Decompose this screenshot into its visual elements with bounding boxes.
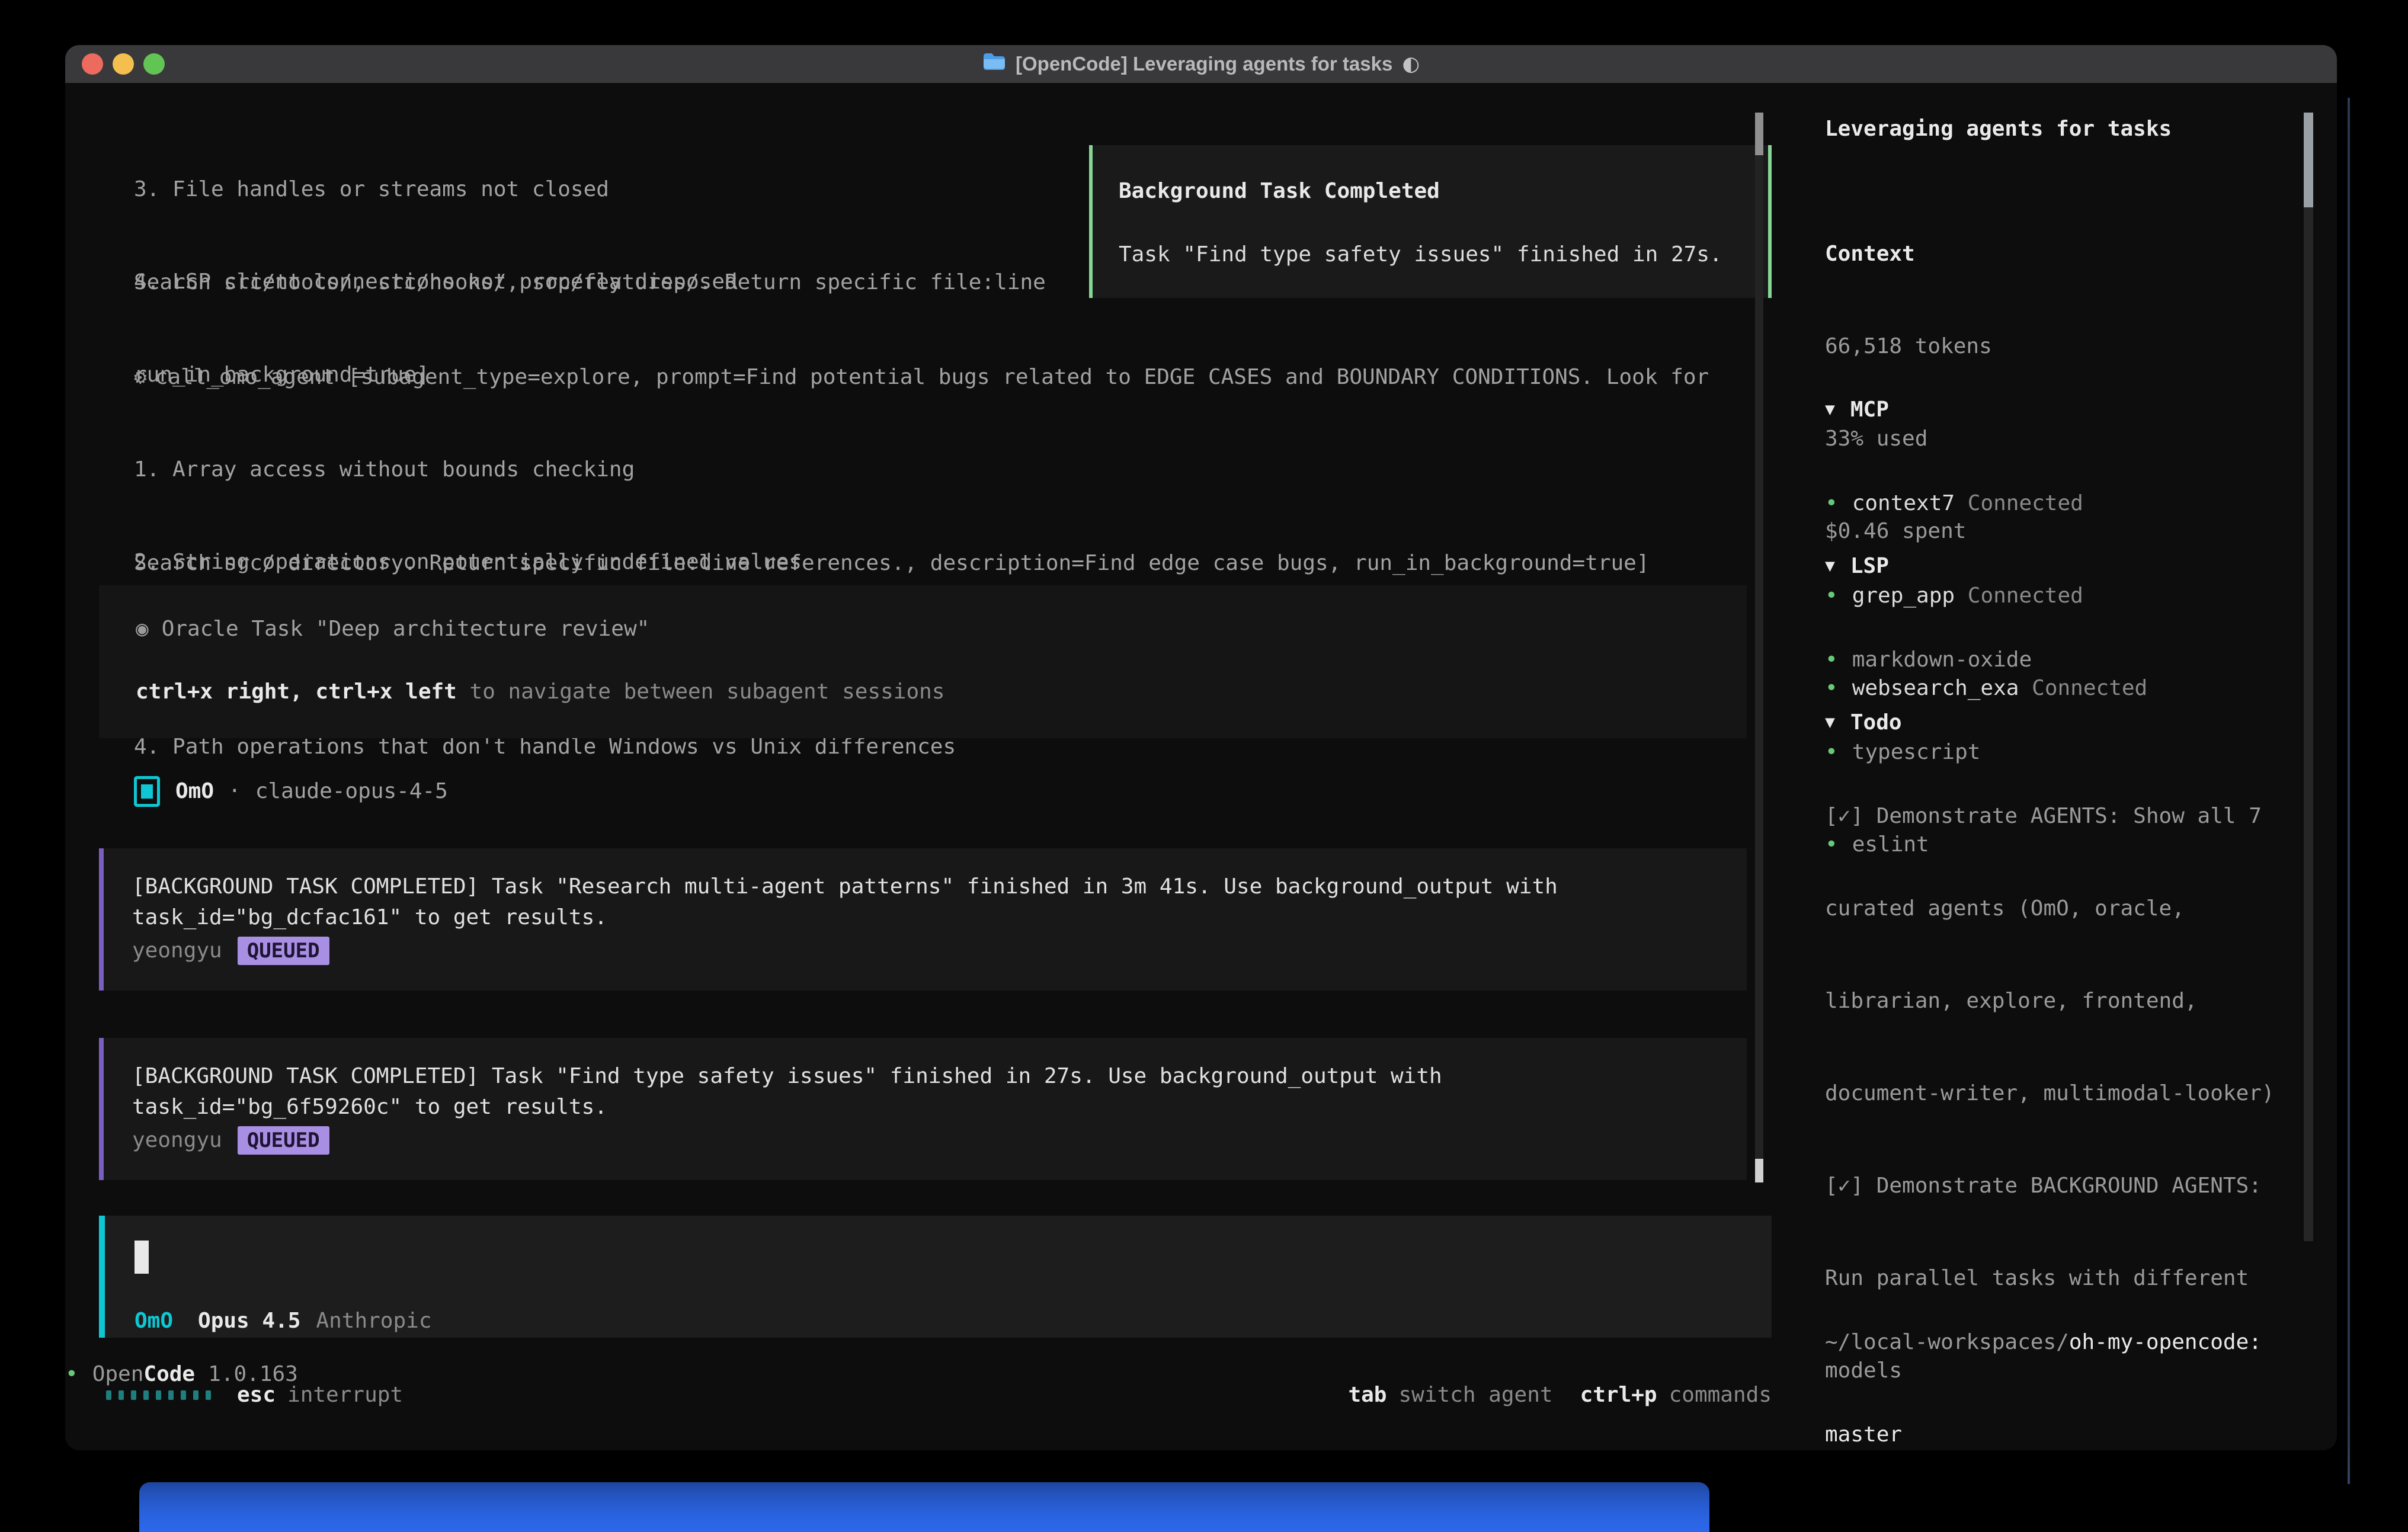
opencode-terminal-window: [OpenCode] Leveraging agents for tasks ◐… <box>65 45 2337 1450</box>
sidebar-version-row: • Open Code 1.0.163 <box>65 1359 298 1390</box>
titlebar[interactable]: [OpenCode] Leveraging agents for tasks ◐ <box>65 45 2337 83</box>
agent-name: OmO <box>175 776 214 807</box>
hint-keys: ctrl+x right, ctrl+x left <box>136 680 457 704</box>
window-title: [OpenCode] Leveraging agents for tasks <box>1016 53 1392 75</box>
background-task-toast[interactable]: Background Task Completed Task "Find typ… <box>1089 145 1772 298</box>
todo-line: curated agents (OmO, oracle, <box>1825 893 2335 924</box>
oracle-task-title: Oracle Task "Deep architecture review" <box>162 617 650 641</box>
mcp-section-header[interactable]: ▼MCP <box>1825 395 2335 427</box>
status-right: tab switch agent ctrl+p commands <box>1348 1380 1772 1411</box>
input-model: Opus 4.5 <box>198 1306 300 1337</box>
main-scrollbar-thumb[interactable] <box>1755 1159 1763 1182</box>
text-cursor <box>135 1241 149 1274</box>
chevron-down-icon: ▼ <box>1825 550 1850 581</box>
message-author: yeongyu <box>132 935 222 966</box>
background-window-strip[interactable] <box>139 1482 1709 1532</box>
green-dot-icon: • <box>65 1359 92 1390</box>
terminal-content: 3. File handles or streams not closed 4.… <box>65 83 2337 1450</box>
commands-key-hint: ctrl+p <box>1580 1380 1657 1411</box>
lsp-section-header[interactable]: ▼LSP <box>1825 551 2335 583</box>
toast-body: Task "Find type safety issues" finished … <box>1119 239 1722 270</box>
brand-open: Open <box>92 1359 144 1390</box>
esc-key-label: interrupt <box>287 1380 403 1411</box>
sidebar-scrollbar-thumb[interactable] <box>2304 113 2313 207</box>
message-line: task_id="bg_dcfac161" to get results. <box>132 902 607 933</box>
half-circle-icon: ◐ <box>1402 52 1420 76</box>
chevron-down-icon: ▼ <box>1825 707 1850 738</box>
todo-line: librarian, explore, frontend, <box>1825 986 2335 1017</box>
hint-text: to navigate between subagent sessions <box>457 680 945 704</box>
tool-call-header-text: call_omo_agent [subagent_type=explore, p… <box>155 365 1709 389</box>
prompt-input[interactable]: OmO Opus 4.5 Anthropic <box>99 1216 1772 1338</box>
agent-model: claude-opus-4-5 <box>255 776 448 807</box>
workspace-prefix: ~/local-workspaces/ <box>1825 1330 2069 1354</box>
todo-line: document-writer, multimodal-looker) <box>1825 1078 2335 1109</box>
oracle-task-title-line: ◉Oracle Task "Deep architecture review" <box>136 614 649 645</box>
fisheye-icon: ◉ <box>136 617 162 641</box>
workspace-branch: master <box>1825 1419 2335 1450</box>
mcp-header-label: MCP <box>1850 398 1889 422</box>
oracle-task-box: ◉Oracle Task "Deep architecture review" … <box>99 585 1747 738</box>
message-line: [BACKGROUND TASK COMPLETED] Task "Find t… <box>132 1061 1442 1092</box>
tab-key-label: switch agent <box>1398 1380 1552 1411</box>
transcript-line: Search src/tools/, src/hooks/, src/featu… <box>134 267 1046 298</box>
oracle-hint-line: ctrl+x right, ctrl+x left to navigate be… <box>136 677 944 707</box>
message-line: [BACKGROUND TASK COMPLETED] Task "Resear… <box>132 871 1558 902</box>
folder-icon[interactable] <box>982 52 1006 76</box>
status-badge: QUEUED <box>238 937 329 965</box>
sidebar-session-title: Leveraging agents for tasks <box>1825 114 2335 145</box>
sidebar-scrollbar-track[interactable] <box>2304 113 2313 1241</box>
background-task-message: [BACKGROUND TASK COMPLETED] Task "Find t… <box>99 1038 1747 1180</box>
separator-dot: · <box>228 776 241 807</box>
background-task-message: [BACKGROUND TASK COMPLETED] Task "Resear… <box>99 848 1747 991</box>
status-bar: esc interrupt tab switch agent ctrl+p co… <box>99 1380 1772 1411</box>
message-line: task_id="bg_6f59260c" to get results. <box>132 1092 607 1123</box>
input-agent-name: OmO <box>135 1306 173 1337</box>
todo-line: [✓] Demonstrate BACKGROUND AGENTS: <box>1825 1171 2335 1201</box>
lsp-header-label: LSP <box>1850 554 1889 578</box>
toast-title: Background Task Completed <box>1119 176 1440 207</box>
context-header: Context <box>1825 239 2335 270</box>
todo-header-label: Todo <box>1850 710 1902 735</box>
message-author: yeongyu <box>132 1125 222 1156</box>
main-scrollbar-track[interactable] <box>1755 113 1763 1182</box>
message-meta: yeongyu QUEUED <box>132 935 329 966</box>
input-meta-row: OmO Opus 4.5 Anthropic <box>135 1306 432 1337</box>
message-meta: yeongyu QUEUED <box>132 1125 329 1156</box>
todo-line: [✓] Demonstrate AGENTS: Show all 7 <box>1825 801 2335 832</box>
workspace-line: ~/local-workspaces/oh-my-opencode: <box>1825 1327 2335 1358</box>
tab-key-hint: tab <box>1348 1380 1386 1411</box>
agent-header-row: OmO · claude-opus-4-5 <box>134 773 448 810</box>
transcript-line: Search src/ directory. Return specific f… <box>134 548 1650 579</box>
transcript-line: 3. File handles or streams not closed <box>134 174 738 205</box>
brand-code: Code <box>143 1359 195 1390</box>
spinner-dots-icon <box>106 1390 211 1400</box>
background-window-edge <box>2348 98 2350 1484</box>
todo-section-header[interactable]: ▼Todo <box>1825 707 2335 739</box>
version-number: 1.0.163 <box>195 1359 298 1390</box>
agent-square-icon <box>134 776 160 807</box>
chevron-down-icon: ▼ <box>1825 394 1850 425</box>
main-scrollbar-marker[interactable] <box>1755 113 1763 155</box>
gear-icon: ⚙ <box>134 365 155 389</box>
window-title-area: [OpenCode] Leveraging agents for tasks ◐ <box>65 45 2337 83</box>
input-provider: Anthropic <box>316 1306 431 1337</box>
tool-call-header: ⚙call_omo_agent [subagent_type=explore, … <box>134 362 1709 393</box>
tool-call-item: 1. Array access without bounds checking <box>134 454 1709 485</box>
workspace-repo: oh-my-opencode: <box>2069 1330 2262 1354</box>
status-badge: QUEUED <box>238 1126 329 1155</box>
sidebar-workspace-path: ~/local-workspaces/oh-my-opencode: maste… <box>1825 1265 2335 1450</box>
commands-key-label: commands <box>1669 1380 1772 1411</box>
